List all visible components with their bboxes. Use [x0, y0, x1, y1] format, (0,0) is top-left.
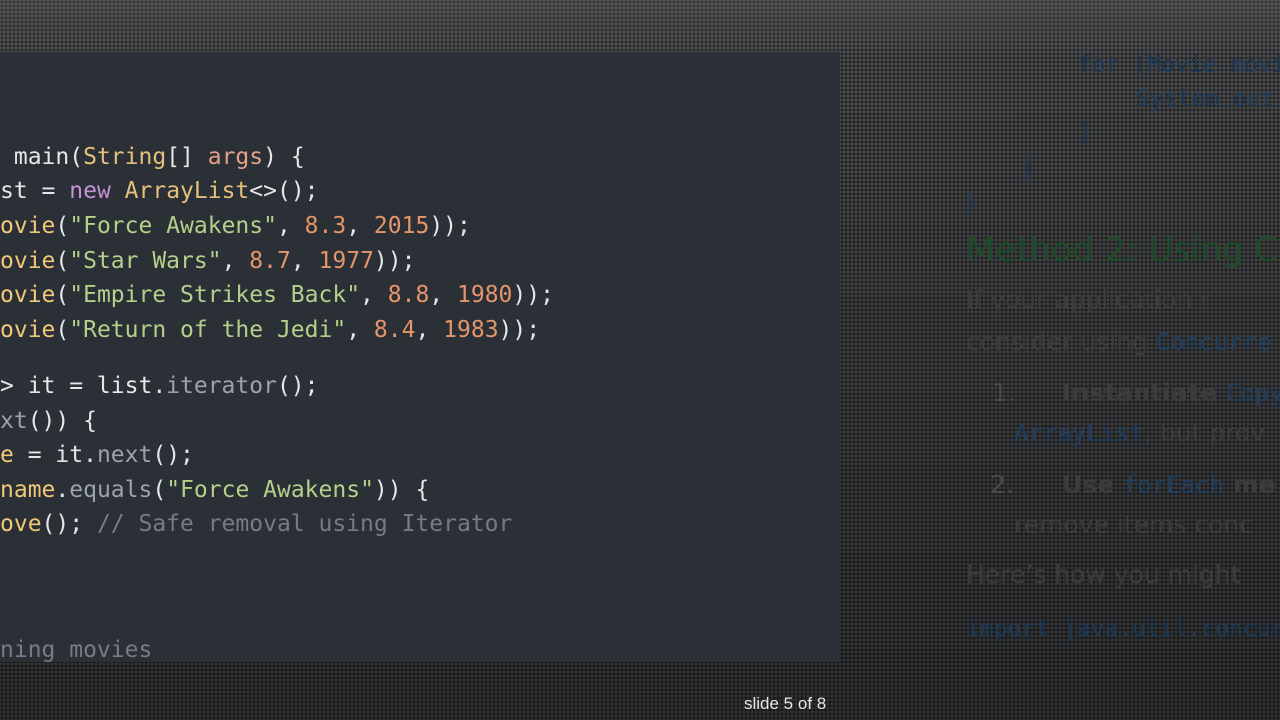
code-line-list-declaration: st = new ArrayList<>(); [0, 178, 319, 204]
doc-list-item-continuation: ArrayList, but prov [1014, 418, 1266, 447]
slide-counter: slide 5 of 8 [744, 694, 827, 713]
code-line-remove: ove(); // Safe removal using Iterator [0, 511, 513, 537]
code-line-comment-remaining: ning movies [0, 637, 153, 662]
code-line-add-movie: ovie("Return of the Jedi", 8.4, 1983)); [0, 317, 541, 343]
background-document-panel: for (Movie movi System.out. } } } Method… [840, 0, 1280, 720]
doc-list-item-continuation: remove items conc [1014, 510, 1253, 539]
doc-list-number: 1. [992, 378, 1016, 407]
code-line-while: xt()) { [0, 408, 97, 434]
code-line-add-movie: ovie("Force Awakens", 8.3, 2015)); [0, 213, 471, 239]
code-line-next: e = it.next(); [0, 442, 194, 468]
doc-code-line: System.out. [1136, 86, 1280, 112]
doc-heading: Method 2: Using Co [966, 230, 1280, 270]
doc-list-item: Use forEach me [1062, 470, 1276, 499]
doc-paragraph: consider using Concurre [966, 327, 1272, 356]
code-line-main: main(String[] args) { [0, 144, 305, 170]
doc-code-line: } [1020, 155, 1034, 181]
doc-paragraph: If your application r [966, 285, 1211, 314]
doc-list-number: 2. [990, 470, 1014, 499]
code-line-add-movie: ovie("Empire Strikes Back", 8.8, 1980)); [0, 282, 554, 308]
doc-list-item: Instantiate Copy [1062, 378, 1280, 407]
doc-code-line: import java.util.concur [966, 616, 1280, 642]
code-line-iterator: > it = list.iterator(); [0, 373, 319, 399]
code-line-if-equals: name.equals("Force Awakens")) { [0, 477, 430, 503]
code-line-add-movie: ovie("Star Wars", 8.7, 1977)); [0, 248, 416, 274]
doc-code-line: } [964, 190, 978, 216]
doc-paragraph: Here’s how you might [966, 560, 1241, 589]
doc-code-line: for (Movie movi [1078, 52, 1280, 78]
doc-code-line: } [1078, 120, 1092, 146]
code-editor-panel: main(String[] args) { st = new ArrayList… [0, 52, 840, 662]
